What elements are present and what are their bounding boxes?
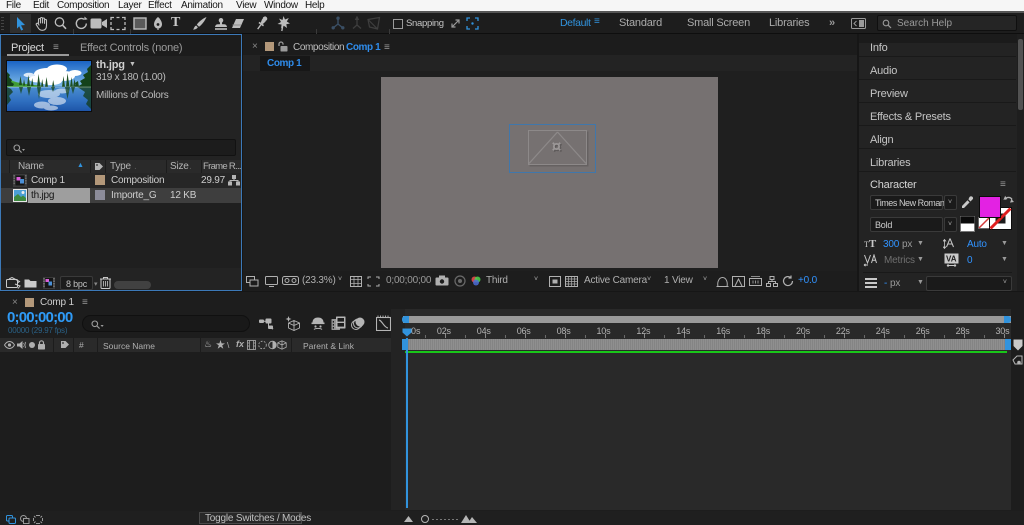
svg-text:VA: VA: [946, 255, 957, 264]
